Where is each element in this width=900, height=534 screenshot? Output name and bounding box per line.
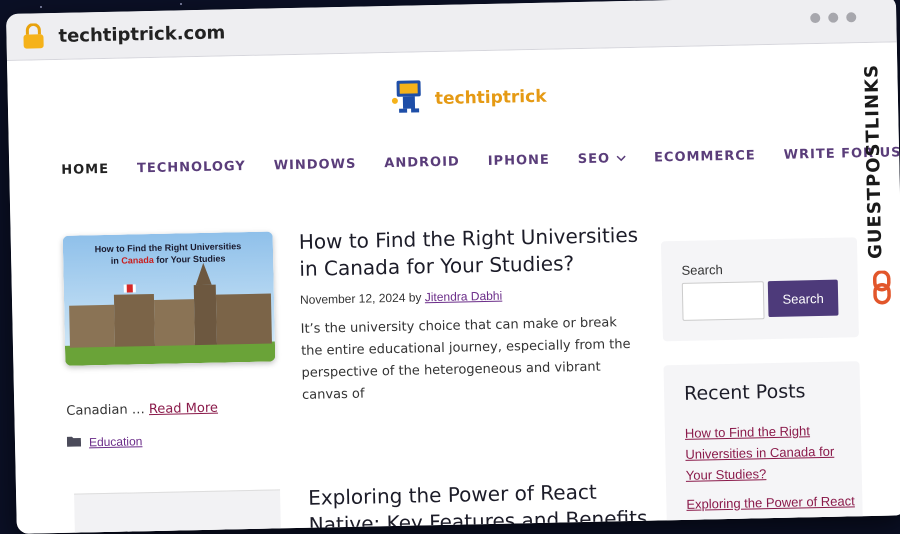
thumbnail-caption-highlight: Canada bbox=[121, 254, 154, 266]
thumbnail-caption-line1: How to Find the Right Universities bbox=[94, 241, 242, 255]
post-by: by bbox=[408, 290, 422, 305]
chevron-down-icon bbox=[616, 151, 626, 166]
recent-post-link[interactable]: How to Find the Right Universities in Ca… bbox=[685, 419, 856, 486]
category-link[interactable]: Education bbox=[89, 434, 143, 449]
post-meta: November 12, 2024 by Jitendra Dabhi bbox=[300, 289, 502, 307]
post-list: How to Find the Right Universities in Ca… bbox=[62, 222, 659, 534]
nav-item-technology[interactable]: TECHNOLOGY bbox=[137, 159, 246, 176]
nav-item-iphone[interactable]: IPHONE bbox=[488, 153, 550, 169]
folder-icon bbox=[66, 436, 82, 450]
nav-item-ecommerce[interactable]: ECOMMERCE bbox=[654, 148, 756, 165]
post-excerpt-end: Canadian … bbox=[66, 402, 145, 419]
nav-item-seo[interactable]: SEO bbox=[578, 151, 627, 167]
search-label: Search bbox=[681, 262, 723, 278]
window-dot[interactable] bbox=[828, 12, 839, 23]
window-dot[interactable] bbox=[846, 12, 857, 23]
post-thumbnail-2[interactable] bbox=[74, 489, 282, 534]
logo-mascot-icon bbox=[390, 78, 427, 120]
recent-posts-list: How to Find the Right Universities in Ca… bbox=[685, 419, 857, 534]
lock-icon bbox=[22, 23, 49, 50]
post-date: November 12, 2024 bbox=[299, 290, 406, 307]
logo-text: techtiptrick bbox=[434, 86, 547, 109]
nav-item-home[interactable]: HOME bbox=[61, 162, 109, 178]
nav-item-android[interactable]: ANDROID bbox=[384, 155, 460, 172]
post-title-2[interactable]: Exploring the Power of React Native: Key… bbox=[308, 478, 649, 534]
post-thumbnail[interactable]: How to Find the Right Universities in Ca… bbox=[62, 231, 276, 366]
search-widget: Search Search bbox=[660, 237, 859, 342]
post-author-link[interactable]: Jitendra Dabhi bbox=[425, 289, 503, 305]
post-excerpt-tail: Canadian … Read More bbox=[66, 401, 218, 419]
url-text[interactable]: techtiptrick.com bbox=[58, 22, 225, 46]
web-page: techtiptrick HOME TECHNOLOGY WINDOWS AND… bbox=[6, 42, 900, 534]
recent-posts-title: Recent Posts bbox=[683, 380, 806, 405]
recent-posts-widget: Recent Posts How to Find the Right Unive… bbox=[663, 361, 863, 533]
thumbnail-caption-post: for Your Studies bbox=[153, 253, 226, 265]
window-controls bbox=[810, 12, 857, 24]
window-dot[interactable] bbox=[810, 12, 821, 24]
star bbox=[40, 6, 42, 8]
post-category: Education bbox=[66, 434, 143, 450]
thumbnail-caption: How to Find the Right Universities in Ca… bbox=[63, 239, 273, 267]
thumbnail-caption-pre: in bbox=[110, 255, 122, 266]
nav-item-windows[interactable]: WINDOWS bbox=[274, 157, 357, 174]
site-logo[interactable]: techtiptrick bbox=[390, 76, 547, 120]
nav-item-seo-label: SEO bbox=[577, 151, 611, 168]
guestpostlinks-watermark: GUESTPOSTLINKS bbox=[858, 64, 900, 319]
brand-text: GUESTPOSTLINKS bbox=[861, 63, 887, 260]
search-input[interactable] bbox=[681, 281, 765, 321]
post-title[interactable]: How to Find the Right Universities in Ca… bbox=[299, 222, 650, 283]
main-nav: HOME TECHNOLOGY WINDOWS ANDROID IPHONE S… bbox=[61, 145, 900, 178]
recent-post-link[interactable]: Exploring the Power of React Native: Key… bbox=[686, 490, 857, 534]
post-excerpt: It’s the university choice that can make… bbox=[300, 315, 631, 403]
chain-link-icon bbox=[872, 269, 893, 310]
browser-window: techtiptrick.com techtiptrick HOME TECHN… bbox=[6, 0, 900, 534]
search-button[interactable]: Search bbox=[767, 279, 839, 318]
read-more-link[interactable]: Read More bbox=[149, 401, 218, 417]
star bbox=[180, 3, 182, 5]
